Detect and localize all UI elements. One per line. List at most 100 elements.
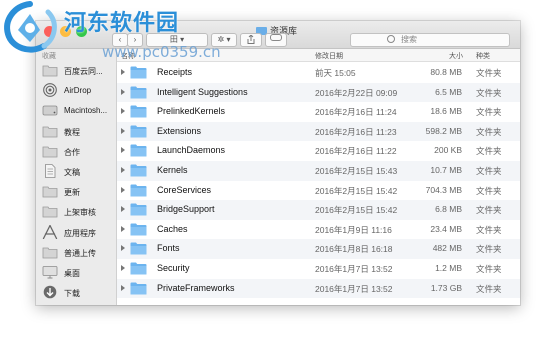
table-row[interactable]: Intelligent Suggestions 2016年2月22日 09:09 6… <box>117 82 520 103</box>
disclosure-triangle-icon[interactable] <box>121 265 125 271</box>
disclosure-triangle-icon[interactable] <box>121 108 125 115</box>
file-name: Security <box>157 263 190 273</box>
table-row[interactable]: Extensions 2016年2月16日 11:23 598.2 MB 文件夹 <box>117 121 520 142</box>
sidebar-item[interactable]: 合作 <box>42 144 116 162</box>
file-size: 10.7 MB <box>430 165 462 175</box>
watermark: 河东软件园 www.pc0359.cn <box>0 0 260 70</box>
file-kind: 文件夹 <box>476 185 502 196</box>
hard-disk-icon <box>42 103 58 117</box>
file-name: LaunchDaemons <box>157 145 226 156</box>
folder-icon <box>130 86 147 99</box>
folder-icon <box>130 282 147 295</box>
folder-icon <box>130 144 147 157</box>
search-placeholder: 搜索 <box>401 35 417 44</box>
sidebar-item-label: 合作 <box>64 147 80 157</box>
file-date: 2016年2月15日 15:43 <box>315 166 398 176</box>
folder-icon <box>42 245 58 259</box>
table-row[interactable]: CoreServices 2016年2月15日 15:42 704.3 MB 文件夹 <box>117 181 520 201</box>
table-row[interactable]: BridgeSupport 2016年2月15日 15:42 6.8 MB 文件夹 <box>117 200 520 220</box>
file-kind: 文件夹 <box>476 166 502 176</box>
file-name: PrelinkedKernels <box>157 106 226 117</box>
sidebar-item-label: Macintosh... <box>64 106 108 116</box>
search-input[interactable]: 搜索 <box>350 33 510 47</box>
file-kind: 文件夹 <box>476 264 502 274</box>
file-date: 2016年2月22日 09:09 <box>315 87 398 98</box>
file-kind: 文件夹 <box>476 87 502 98</box>
downloads-icon <box>42 285 58 299</box>
column-kind[interactable]: 种类 <box>476 51 490 61</box>
sidebar-item[interactable]: 下载 <box>42 285 116 303</box>
file-date: 2016年1月7日 13:52 <box>315 264 393 274</box>
sidebar-item[interactable]: 教程 <box>42 124 116 142</box>
folder-icon <box>130 125 147 138</box>
column-size[interactable]: 大小 <box>449 51 463 61</box>
file-name: Kernels <box>157 165 188 175</box>
desktop-icon <box>42 265 58 279</box>
sidebar-item-label: 教程 <box>64 127 80 137</box>
table-row[interactable]: LaunchDaemons 2016年2月16日 11:22 200 KB 文件夹 <box>117 141 520 161</box>
tag-button[interactable] <box>265 33 287 47</box>
folder-icon <box>130 223 147 236</box>
disclosure-triangle-icon[interactable] <box>121 88 125 95</box>
table-row[interactable]: PrelinkedKernels 2016年2月16日 11:24 18.6 MB 文… <box>117 102 520 122</box>
file-name: Intelligent Suggestions <box>157 86 248 97</box>
file-kind: 文件夹 <box>476 283 502 294</box>
sidebar-item-label: 桌面 <box>64 269 80 278</box>
file-list: 名称 修改日期 大小 种类 Receipts 前天 15:05 80.8 MB 文件夹… <box>117 49 520 305</box>
sidebar-item[interactable]: 更新 <box>42 184 116 202</box>
sidebar-item[interactable]: 文稿 <box>42 164 116 182</box>
sidebar-item-label: 应用程序 <box>64 228 96 238</box>
file-date: 2016年2月15日 15:42 <box>315 205 398 216</box>
sidebar-item[interactable]: 桌面 <box>42 265 116 283</box>
disclosure-triangle-icon[interactable] <box>121 284 125 291</box>
file-name: Fonts <box>157 243 180 254</box>
sidebar-item[interactable]: 应用程序 <box>42 224 116 243</box>
sidebar-item-label: 上架审核 <box>64 208 96 218</box>
sidebar-item[interactable]: Macintosh... <box>42 103 116 121</box>
file-date: 前天 15:05 <box>315 68 356 78</box>
file-kind: 文件夹 <box>476 68 502 78</box>
file-date: 2016年2月16日 11:24 <box>315 107 397 118</box>
sidebar-item[interactable]: AirDrop <box>42 83 116 101</box>
file-name: Caches <box>157 223 188 234</box>
file-date: 2016年2月16日 11:22 <box>315 146 397 157</box>
file-size: 6.5 MB <box>435 86 462 97</box>
file-size: 6.8 MB <box>435 204 462 215</box>
disclosure-triangle-icon[interactable] <box>121 225 125 232</box>
sidebar-item-label: 更新 <box>64 188 80 198</box>
table-row[interactable]: Fonts 2016年1月8日 16:18 482 MB 文件夹 <box>117 239 520 259</box>
file-date: 2016年1月7日 13:52 <box>315 283 393 294</box>
file-kind: 文件夹 <box>476 244 502 255</box>
disclosure-triangle-icon[interactable] <box>121 127 125 134</box>
folder-icon <box>42 124 58 138</box>
airdrop-icon <box>42 83 58 98</box>
disclosure-triangle-icon[interactable] <box>121 167 125 173</box>
table-row[interactable]: PrivateFrameworks 2016年1月7日 13:52 1.73 GB 文… <box>117 278 520 299</box>
file-kind: 文件夹 <box>476 146 502 157</box>
table-row[interactable]: Caches 2016年1月9日 11:16 23.4 MB 文件夹 <box>117 220 520 240</box>
disclosure-triangle-icon[interactable] <box>121 206 125 213</box>
table-row[interactable]: Security 2016年1月7日 13:52 1.2 MB 文件夹 <box>117 259 520 279</box>
disclosure-triangle-icon[interactable] <box>121 147 125 154</box>
file-size: 80.8 MB <box>430 67 462 77</box>
search-icon <box>387 35 395 43</box>
folder-icon <box>130 203 147 216</box>
folder-icon <box>42 144 58 158</box>
disclosure-triangle-icon[interactable] <box>121 186 125 193</box>
folder-icon <box>130 105 147 118</box>
file-size: 482 MB <box>432 243 462 254</box>
table-row[interactable]: Kernels 2016年2月15日 15:43 10.7 MB 文件夹 <box>117 161 520 181</box>
sidebar-item-label: 普通上传 <box>64 248 96 258</box>
column-date[interactable]: 修改日期 <box>315 51 343 61</box>
file-size: 598.2 MB <box>425 125 462 136</box>
watermark-logo-icon <box>4 1 57 53</box>
disclosure-triangle-icon[interactable] <box>121 245 125 252</box>
file-kind: 文件夹 <box>476 126 502 137</box>
sidebar-item-label: 文稿 <box>64 168 80 177</box>
folder-icon <box>130 262 147 275</box>
sidebar-item[interactable]: 普通上传 <box>42 245 116 263</box>
file-size: 200 KB <box>434 145 462 156</box>
file-date: 2016年1月8日 16:18 <box>315 244 393 255</box>
sidebar-item[interactable]: 上架审核 <box>42 204 116 222</box>
file-size: 704.3 MB <box>425 184 462 195</box>
